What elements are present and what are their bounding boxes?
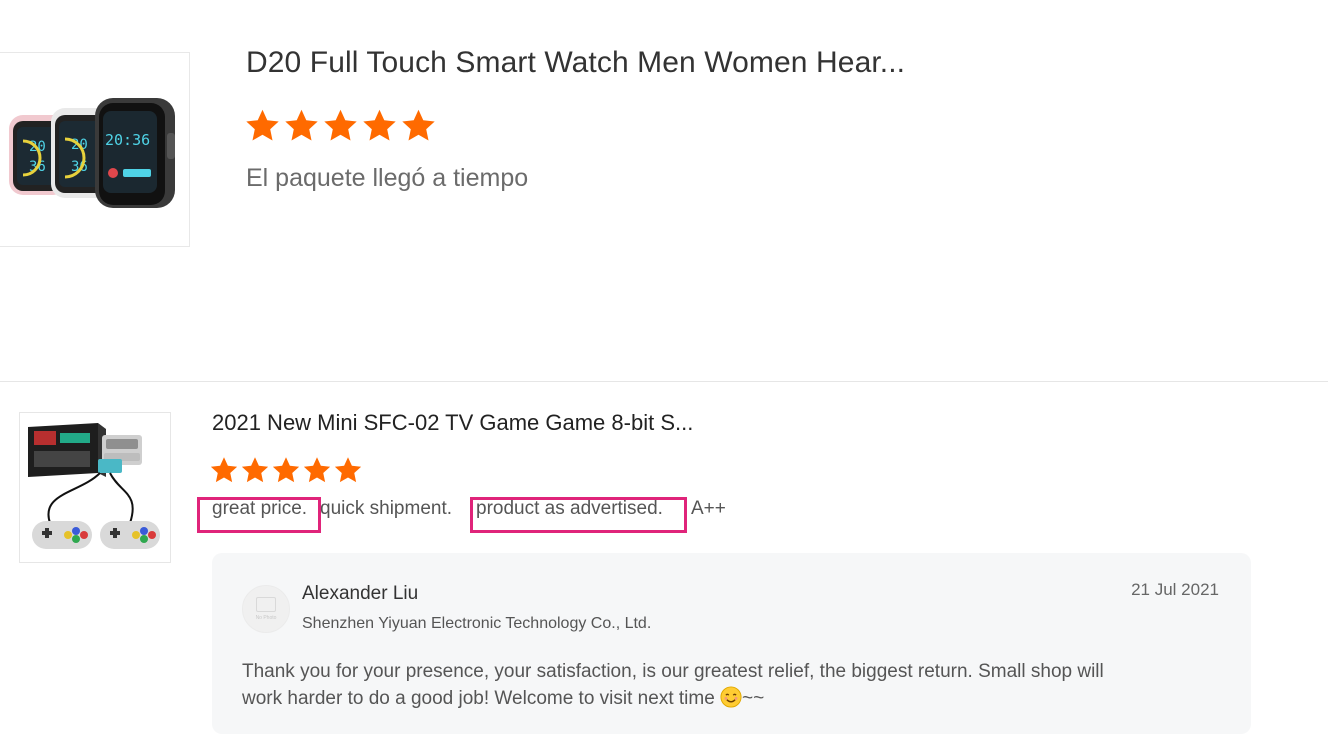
highlight-box bbox=[197, 497, 321, 533]
review-comment: El paquete llegó a tiempo bbox=[246, 164, 529, 192]
seller-reply: No Photo Alexander Liu Shenzhen Yiyuan E… bbox=[212, 553, 1251, 734]
svg-text:36: 36 bbox=[71, 159, 88, 175]
star-icon bbox=[246, 109, 279, 141]
comment-segment-shipment: quick shipment. bbox=[320, 498, 453, 519]
seller-avatar: No Photo bbox=[242, 585, 290, 633]
star-icon bbox=[285, 109, 318, 141]
image-placeholder-icon bbox=[256, 597, 276, 612]
reply-text-line1: Thank you for your presence, your satisf… bbox=[242, 661, 1104, 682]
star-icon bbox=[303, 457, 331, 483]
smartwatch-image: 20 36 20 36 20:36 bbox=[9, 98, 175, 208]
reply-text-suffix: ~~ bbox=[742, 688, 765, 709]
product-title[interactable]: D20 Full Touch Smart Watch Men Women Hea… bbox=[246, 46, 905, 80]
seller-name: Alexander Liu bbox=[302, 583, 419, 604]
star-rating bbox=[209, 455, 363, 485]
smiling-face-emoji-icon bbox=[720, 686, 742, 708]
star-icon bbox=[334, 457, 362, 483]
seller-company: Shenzhen Yiyuan Electronic Technology Co… bbox=[302, 615, 652, 632]
star-rating bbox=[244, 107, 437, 144]
star-icon bbox=[324, 109, 357, 141]
star-icon bbox=[210, 457, 238, 483]
product-title[interactable]: 2021 New Mini SFC-02 TV Game Game 8-bit … bbox=[212, 410, 693, 436]
highlight-box bbox=[470, 497, 687, 533]
star-icon bbox=[241, 457, 269, 483]
svg-text:20:36: 20:36 bbox=[105, 131, 150, 149]
reply-text: Thank you for your presence, your satisf… bbox=[242, 658, 1222, 712]
game-console-image bbox=[28, 423, 160, 549]
star-icon bbox=[272, 457, 300, 483]
reply-text-line2: work harder to do a good job! Welcome to… bbox=[242, 688, 715, 709]
review-divider bbox=[0, 381, 1328, 382]
reply-date: 21 Jul 2021 bbox=[1131, 580, 1219, 599]
product-thumbnail-game-console[interactable] bbox=[19, 412, 171, 563]
comment-segment-grade: A++ bbox=[691, 498, 726, 519]
star-icon bbox=[363, 109, 396, 141]
product-thumbnail-smartwatch[interactable]: 20 36 20 36 20:36 bbox=[0, 52, 190, 247]
avatar-placeholder-text: No Photo bbox=[255, 615, 277, 621]
reviews-page: 20 36 20 36 20:36 D20 Full Touch Smart W… bbox=[0, 0, 1328, 747]
star-icon bbox=[402, 109, 435, 141]
